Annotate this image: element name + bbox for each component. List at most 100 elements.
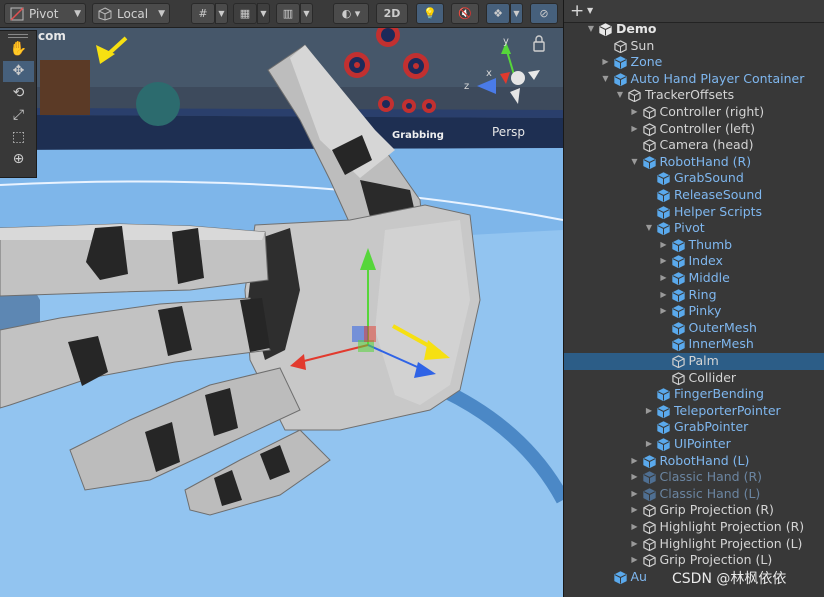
palette-grip[interactable] [8,34,28,38]
scene-viewport[interactable]: com Grabbing y x z [0,0,563,597]
hierarchy-item[interactable]: ▶ RobotHand (L) [564,453,824,470]
expand-arrow-right-icon[interactable]: ▶ [630,121,640,138]
hierarchy-item-label: Helper Scripts [674,203,763,219]
expand-arrow-right-icon[interactable]: ▶ [644,436,654,453]
hierarchy-item[interactable]: GrabSound [564,170,824,187]
hierarchy-item[interactable]: ▶ TeleporterPointer [564,403,824,420]
expand-arrow-right-icon[interactable]: ▶ [630,536,640,553]
hierarchy-item[interactable]: ▶ Highlight Projection (L) [564,536,824,553]
hierarchy-item[interactable]: ▼ RobotHand (R) [564,154,824,171]
lighting-toggle-icon[interactable]: 💡 [416,3,444,24]
2d-toggle-button[interactable]: 2D [376,3,408,24]
expand-arrow-right-icon[interactable]: ▶ [659,270,669,287]
move-tool-icon[interactable]: ✥ [3,61,34,82]
hierarchy-item[interactable]: FingerBending [564,386,824,403]
hierarchy-item[interactable]: ▼ TrackerOffsets [564,87,824,104]
hierarchy-item[interactable]: ▶ Thumb [564,237,824,254]
hierarchy-header: + ▼ [564,0,824,23]
hierarchy-item[interactable]: Camera (head) [564,137,824,154]
expand-arrow-down-icon[interactable]: ▼ [630,154,640,171]
grid-snap-icon[interactable]: # [191,3,215,24]
expand-arrow-down-icon[interactable]: ▼ [615,87,625,104]
prefab-cube-icon [671,255,685,269]
rect-tool-icon[interactable]: ⬚ [3,127,34,148]
expand-arrow-right-icon[interactable]: ▶ [630,552,640,569]
audio-toggle-icon[interactable]: 🔇 [451,3,479,24]
hierarchy-item[interactable]: InnerMesh [564,336,824,353]
hierarchy-item[interactable]: ▶ Zone [564,54,824,71]
add-icon[interactable]: + [570,1,584,21]
prefab-cube-icon [642,488,656,501]
gameobject-cube-icon [642,554,656,568]
hierarchy-item[interactable]: ▶ Index [564,253,824,270]
hand-tool-icon[interactable]: ✋ [3,39,34,60]
hierarchy-item[interactable]: Palm [564,353,824,370]
expand-arrow-right-icon[interactable]: ▶ [630,486,640,503]
hierarchy-panel: + ▼ ▼ Demo Sun ▶ Zone ▼ Auto Hand Player Conta… [563,0,824,597]
prefab-cube-icon [613,56,627,70]
gameobject-cube-icon [642,537,656,551]
prefab-cube-icon [671,239,685,252]
projection-label[interactable]: Persp [492,125,525,139]
sphere-object [136,82,180,126]
hierarchy-item[interactable]: ▶ Grip Projection (R) [564,502,824,519]
expand-arrow-down-icon[interactable]: ▼ [601,71,611,88]
rotate-tool-icon[interactable]: ⟲ [3,83,34,104]
prefab-cube-icon [642,471,656,485]
expand-arrow-right-icon[interactable]: ▶ [630,453,640,470]
hierarchy-item[interactable]: ReleaseSound [564,187,824,204]
expand-arrow-right-icon[interactable]: ▶ [630,502,640,519]
expand-arrow-right-icon[interactable]: ▶ [659,253,669,270]
expand-arrow-right-icon[interactable]: ▶ [601,54,611,71]
hierarchy-item[interactable]: ▶ Grip Projection (L) [564,552,824,569]
scene-toolbar: Pivot ▼ Local ▼ # ▼ ▦ ▼ ▥ ▼ ◐ ▾ 2D 💡 🔇 ❖… [0,0,563,28]
expand-arrow-right-icon[interactable]: ▶ [630,519,640,536]
pivot-dropdown[interactable]: Pivot ▼ [4,3,86,24]
expand-arrow-right-icon[interactable]: ▶ [630,469,640,486]
scale-tool-icon[interactable]: ⤢ [3,105,34,126]
hierarchy-item[interactable]: ▶ Classic Hand (R) [564,469,824,486]
hierarchy-item[interactable]: ▶ Classic Hand (L) [564,486,824,503]
hierarchy-item[interactable]: ▶ Highlight Projection (R) [564,519,824,536]
hierarchy-item[interactable]: ▶ UIPointer [564,436,824,453]
prefab-cube-icon [642,156,656,169]
hierarchy-item[interactable]: GrabPointer [564,419,824,436]
hierarchy-item[interactable]: ▶ Middle [564,270,824,287]
booth-counter [35,115,563,150]
hierarchy-item[interactable]: ▼ Pivot [564,220,824,237]
shading-mode-icon[interactable]: ◐ ▾ [333,3,369,24]
hierarchy-item[interactable]: ▶ Ring [564,287,824,304]
chevron-down-icon[interactable]: ▼ [257,3,270,24]
expand-arrow-right-icon[interactable]: ▶ [630,104,640,121]
expand-arrow-down-icon[interactable]: ▼ [644,220,654,237]
scene-view[interactable]: com Grabbing y x z Persp ✋ ✥ ⟲ ⤢ ⬚ ⊕ Piv… [0,0,563,597]
expand-arrow-right-icon[interactable]: ▶ [659,237,669,254]
hierarchy-item[interactable]: Helper Scripts [564,204,824,221]
hierarchy-item-label: GrabPointer [674,419,749,435]
hierarchy-item-label: TeleporterPointer [674,402,781,418]
grid-visibility-icon[interactable]: ▥ [276,3,300,24]
hierarchy-item[interactable]: ▶ Pinky [564,303,824,320]
expand-arrow-down-icon[interactable]: ▼ [586,21,596,38]
hierarchy-item[interactable]: Collider [564,370,824,387]
hierarchy-item[interactable]: ▼ Auto Hand Player Container [564,71,824,88]
effects-icon[interactable]: ❖ [486,3,510,24]
gameobject-cube-icon [671,355,685,368]
chevron-down-icon[interactable]: ▼ [300,3,313,24]
expand-arrow-right-icon[interactable]: ▶ [644,403,654,420]
hidden-objects-icon[interactable]: ⊘ [530,3,558,24]
hierarchy-item-label: RobotHand (L) [659,452,750,468]
hierarchy-item[interactable]: Sun [564,38,824,55]
hierarchy-item[interactable]: ▶ Controller (left) [564,121,824,138]
chevron-down-icon[interactable]: ▼ [587,1,593,21]
chevron-down-icon[interactable]: ▼ [510,3,523,24]
hierarchy-item[interactable]: ▶ Controller (right) [564,104,824,121]
expand-arrow-right-icon[interactable]: ▶ [659,287,669,304]
increment-snap-icon[interactable]: ▦ [233,3,257,24]
local-dropdown[interactable]: Local ▼ [92,3,170,24]
expand-arrow-right-icon[interactable]: ▶ [659,303,669,320]
hierarchy-item[interactable]: ▼ Demo [564,21,824,38]
chevron-down-icon[interactable]: ▼ [215,3,228,24]
transform-tool-icon[interactable]: ⊕ [3,149,34,170]
hierarchy-item[interactable]: OuterMesh [564,320,824,337]
